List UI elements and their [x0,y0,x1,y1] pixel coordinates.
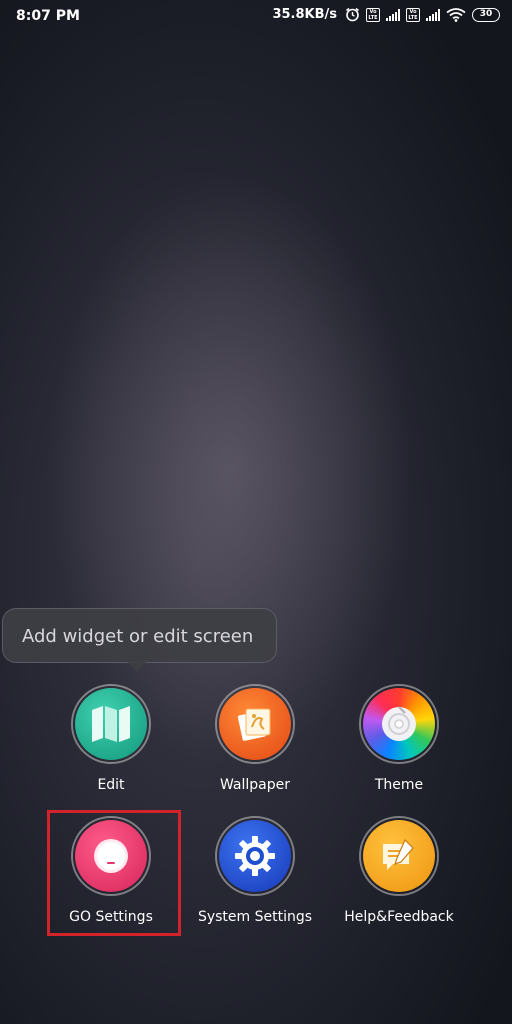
help-feedback-icon [363,820,435,892]
home-screen: 8:07 PM 35.8KB/s Vo LTE Vo LTE 30 Add wi… [0,0,512,1024]
system-settings-icon-ring [215,816,295,896]
status-bar: 8:07 PM 35.8KB/s Vo LTE Vo LTE 30 [0,0,512,34]
gear-icon [219,820,291,892]
theme-label: Theme [374,777,424,793]
status-time: 8:07 PM [16,8,80,24]
highlight-box [47,810,181,936]
signal-icon [386,8,400,21]
volte-icon: Vo LTE [406,7,420,22]
status-icons: 35.8KB/s Vo LTE Vo LTE 30 [272,7,500,22]
theme-icon-ring [359,684,439,764]
map-icon [75,688,147,760]
edit-button[interactable]: Edit [41,684,181,804]
add-widget-tooltip: Add widget or edit screen [2,608,277,663]
edit-icon-ring [71,684,151,764]
system-settings-button[interactable]: System Settings [185,816,325,936]
network-speed: 35.8KB/s [272,7,337,22]
wallpaper-icon [219,688,291,760]
help-feedback-button[interactable]: Help&Feedback [329,816,469,936]
theme-button[interactable]: Theme [329,684,469,804]
wallpaper-label: Wallpaper [219,777,291,793]
battery-indicator: 30 [472,7,500,22]
alarm-icon [345,7,360,22]
help-feedback-icon-ring [359,816,439,896]
help-feedback-label: Help&Feedback [344,909,454,925]
tooltip-arrow [128,662,146,672]
wifi-icon [446,7,466,22]
volte-icon: Vo LTE [366,7,380,22]
theme-icon [363,688,435,760]
wallpaper-icon-ring [215,684,295,764]
system-settings-label: System Settings [197,909,313,925]
edit-label: Edit [97,777,125,793]
signal-icon [426,8,440,21]
wallpaper-button[interactable]: Wallpaper [185,684,325,804]
